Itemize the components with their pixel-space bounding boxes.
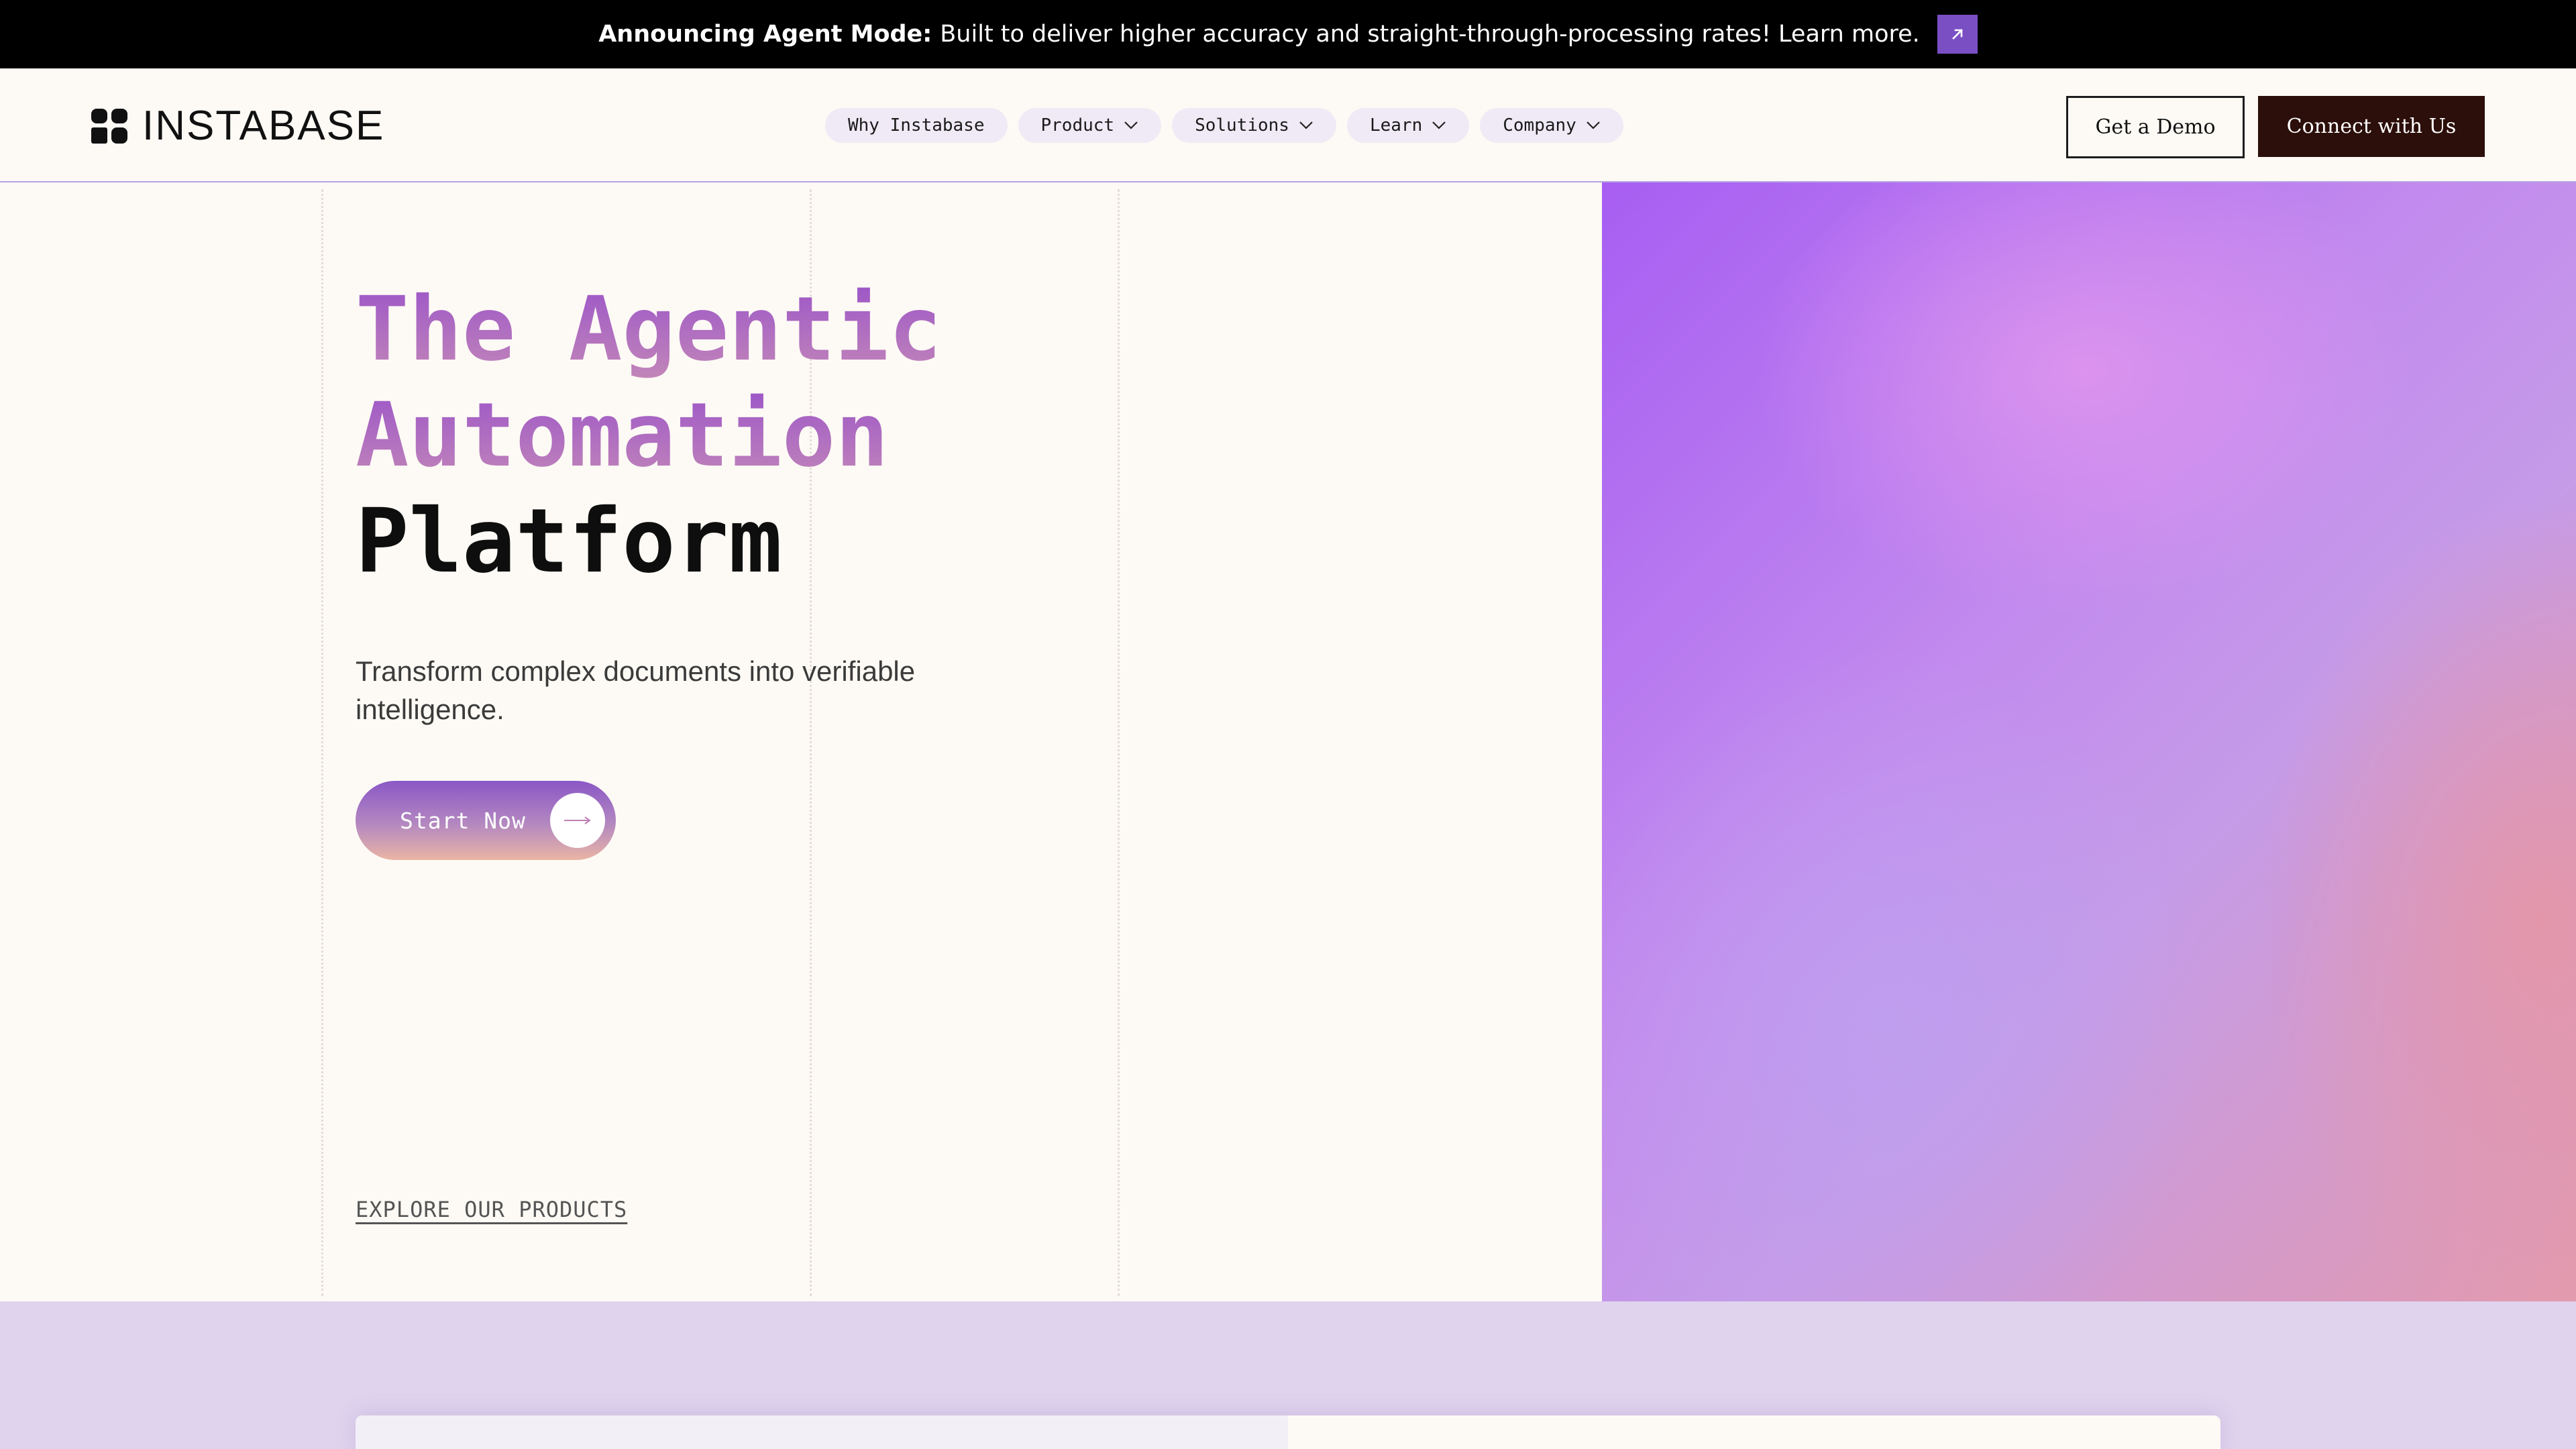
hero-title-line: Platform [356, 490, 782, 593]
main-nav: Why Instabase Product Solutions Learn Co… [825, 108, 1623, 143]
announcement-bar[interactable]: Announcing Agent Mode: Built to deliver … [0, 0, 2576, 68]
arrow-up-right-icon[interactable] [1937, 15, 1978, 54]
nav-label: Company [1503, 115, 1576, 136]
nav-label: Solutions [1195, 115, 1289, 136]
announcement-bold: Announcing Agent Mode: [598, 21, 932, 48]
chevron-down-icon [1299, 121, 1313, 129]
connect-button[interactable]: Connect with Us [2258, 96, 2485, 157]
explore-products-link[interactable]: EXPLORE OUR PRODUCTS [356, 1197, 627, 1222]
nav-why-instabase[interactable]: Why Instabase [825, 108, 1008, 143]
nav-label: Product [1040, 115, 1115, 136]
grid-line [1118, 189, 1120, 1296]
product-card [356, 1415, 2220, 1449]
hero-gradient-art [1602, 182, 2576, 1301]
start-now-button[interactable]: Start Now [356, 781, 616, 860]
nav-product[interactable]: Product [1018, 108, 1162, 143]
chevron-down-icon [1587, 121, 1600, 129]
nav-learn[interactable]: Learn [1346, 108, 1470, 143]
logo[interactable]: INSTABASE [91, 103, 385, 149]
logo-text: INSTABASE [142, 103, 385, 149]
announcement-text[interactable]: Built to deliver higher accuracy and str… [940, 21, 1919, 48]
nav-label: Learn [1369, 115, 1423, 136]
grid-line [321, 189, 323, 1296]
hero-title-line: Automation [356, 382, 942, 488]
site-header: INSTABASE Why Instabase Product Solution… [0, 68, 2576, 182]
nav-solutions[interactable]: Solutions [1172, 108, 1336, 143]
nav-company[interactable]: Company [1480, 108, 1623, 143]
arrow-right-icon [550, 793, 605, 848]
product-section [0, 1301, 2576, 1449]
get-demo-button[interactable]: Get a Demo [2066, 96, 2245, 158]
logo-mark-icon [91, 109, 127, 144]
product-card-panel [356, 1415, 1288, 1449]
nav-label: Why Instabase [848, 115, 985, 136]
hero-title-line: The Agentic [356, 278, 943, 381]
start-now-label: Start Now [400, 807, 526, 834]
chevron-down-icon [1124, 121, 1138, 129]
hero-subtitle: Transform complex documents into verifia… [356, 655, 916, 725]
hero-section: The Agentic Automation Platform Transfor… [0, 182, 1602, 1301]
hero-title: The Agentic Automation Platform [356, 276, 942, 594]
chevron-down-icon [1432, 121, 1446, 129]
